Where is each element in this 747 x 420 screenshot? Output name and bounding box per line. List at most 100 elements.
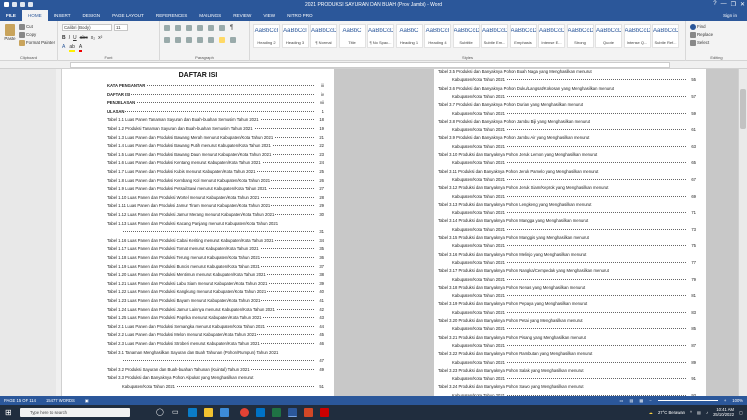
volume-icon[interactable]: ♪ bbox=[706, 410, 708, 415]
toc-entry[interactable]: Tabel 3.9 Produksi dan Banyaknya Pohon J… bbox=[438, 135, 696, 141]
toc-entry[interactable]: Kabupaten/Kota Tahun 2021 65 bbox=[452, 160, 696, 166]
style-item[interactable]: AaBbCcDc Subtle Ref... bbox=[652, 24, 679, 48]
toc-entry[interactable]: Tabel 3.6 Produksi dan Banyaknya Pohon D… bbox=[438, 85, 696, 91]
tab-design[interactable]: DESIGN bbox=[77, 10, 107, 21]
align-center-icon[interactable] bbox=[175, 37, 181, 43]
toc-entry[interactable]: Tabel 3.7 Produksi dan Banyaknya Pohon D… bbox=[438, 102, 696, 108]
toc-entry[interactable]: Tabel 1.25 Luas Panen dan Produksi Papri… bbox=[107, 315, 324, 321]
toc-entry[interactable]: Kabupaten/Kota Tahun 2021 63 bbox=[452, 143, 696, 149]
style-item[interactable]: AaBbCcDc Emphasis bbox=[509, 24, 537, 48]
tab-references[interactable]: REFERENCES bbox=[150, 10, 193, 21]
toc-entry[interactable]: Tabel 3.5 Produksi dan Banyaknya Pohon B… bbox=[438, 69, 696, 74]
sign-in-link[interactable]: Sign in bbox=[723, 10, 737, 21]
network-icon[interactable]: ▤ bbox=[697, 410, 701, 415]
pdf-icon[interactable] bbox=[320, 408, 329, 417]
toc-entry[interactable]: Kabupaten/Kota Tahun 2021 83 bbox=[452, 309, 696, 315]
chrome-icon[interactable] bbox=[240, 408, 249, 417]
toc-entry[interactable]: PENJELASAN vii bbox=[107, 100, 324, 106]
numbering-icon[interactable] bbox=[175, 25, 181, 31]
style-item[interactable]: AaBbCcDc Quote bbox=[595, 24, 622, 48]
toc-entry[interactable]: Tabel 1.24 Luas Panen dan Produksi Jamur… bbox=[107, 306, 324, 312]
toc-entry[interactable]: Tabel 3.11 Produksi dan Banyaknya Pohon … bbox=[438, 168, 696, 174]
justify-icon[interactable] bbox=[197, 37, 203, 43]
subscript-button[interactable]: x₂ bbox=[91, 35, 95, 41]
toc-entry[interactable]: Kabupaten/Kota Tahun 2021 69 bbox=[452, 193, 696, 199]
tab-review[interactable]: REVIEW bbox=[227, 10, 257, 21]
style-item[interactable]: AaBbC Heading 1 bbox=[395, 24, 423, 48]
zoom-level[interactable]: 100% bbox=[732, 398, 743, 403]
toc-entry[interactable]: Tabel 1.3 Luas Panen dan Produksi Bawang… bbox=[107, 134, 324, 140]
task-view-icon[interactable]: ▭ bbox=[172, 408, 181, 417]
toc-entry[interactable]: Kabupaten/Kota Tahun 2021 75 bbox=[452, 243, 696, 249]
toc-entry[interactable]: Tabel 2.2 Luas Panen dan Produksi Melon … bbox=[107, 332, 324, 338]
proofing-icon[interactable]: ▣ bbox=[85, 398, 89, 403]
select-button[interactable]: Select bbox=[690, 40, 709, 46]
superscript-button[interactable]: x² bbox=[98, 35, 102, 41]
toc-entry[interactable]: 47 bbox=[122, 358, 324, 364]
toc-entry[interactable]: Tabel 3.21 Produksi dan Banyaknya Pohon … bbox=[438, 334, 696, 340]
file-explorer-icon[interactable] bbox=[204, 408, 213, 417]
toc-entry[interactable]: Kabupaten/Kota Tahun 2021 71 bbox=[452, 210, 696, 216]
zoom-in-icon[interactable]: + bbox=[724, 398, 726, 403]
strikethrough-button[interactable]: abc bbox=[80, 35, 88, 41]
style-item[interactable]: AaBbCcI Heading 3 bbox=[281, 24, 309, 48]
align-left-icon[interactable] bbox=[164, 37, 170, 43]
format-painter-button[interactable]: Format Painter bbox=[19, 40, 55, 46]
style-item[interactable]: AaBbCcDc Subtle Em... bbox=[481, 24, 508, 48]
word-count[interactable]: 15477 WORDS bbox=[46, 398, 75, 403]
toc-entry[interactable]: Tabel 1.10 Luas Panen dan Produksi Worte… bbox=[107, 194, 324, 200]
toc-entry[interactable]: Tabel 1.12 Luas Panen dan Produksi Jamur… bbox=[107, 212, 324, 217]
minimize-button[interactable]: — bbox=[721, 1, 727, 8]
cut-button[interactable]: Cut bbox=[19, 24, 33, 30]
line-spacing-icon[interactable] bbox=[208, 37, 214, 43]
text-effects-icon[interactable]: A bbox=[62, 44, 65, 52]
toc-entry[interactable]: Tabel 1.18 Luas Panen dan Produksi Terun… bbox=[107, 255, 324, 260]
close-button[interactable]: ✕ bbox=[740, 1, 745, 8]
read-mode-icon[interactable]: ▭ bbox=[619, 398, 623, 403]
toc-entry[interactable]: ULASAN 1 bbox=[107, 108, 324, 114]
style-item[interactable]: AaBbCcI Heading 4 bbox=[424, 24, 451, 48]
tab-insert[interactable]: INSERT bbox=[48, 10, 77, 21]
toc-entry[interactable]: Kabupaten/Kota Tahun 2021 81 bbox=[452, 293, 696, 299]
toc-entry[interactable]: Tabel 3.2 Produksi Sayuran dan Buah-buah… bbox=[107, 366, 324, 372]
shading-icon[interactable] bbox=[219, 37, 225, 43]
toc-entry[interactable]: Tabel 3.17 Produksi dan Banyaknya Pohon … bbox=[438, 268, 696, 274]
tab-mailings[interactable]: MAILINGS bbox=[193, 10, 227, 21]
style-item[interactable]: AaBbCcD Subtitle bbox=[452, 24, 480, 48]
toc-entry[interactable]: Kabupaten/Kota Tahun 2021 61 bbox=[452, 127, 696, 133]
toc-entry[interactable]: Tabel 1.8 Luas Panen dan Produksi Kemban… bbox=[107, 177, 324, 183]
toc-entry[interactable]: Tabel 1.13 Luas Panen dan Produksi Kacan… bbox=[107, 220, 324, 226]
font-color-icon[interactable]: A bbox=[78, 44, 83, 52]
align-right-icon[interactable] bbox=[186, 37, 192, 43]
zoom-slider[interactable] bbox=[657, 400, 718, 401]
help-button[interactable]: ? bbox=[713, 1, 716, 8]
powerpoint-icon[interactable] bbox=[304, 408, 313, 417]
notification-icon[interactable]: ▢ bbox=[739, 410, 743, 415]
toc-entry[interactable]: Tabel 3.3 Produksi dan Banyaknya Pohon A… bbox=[107, 375, 324, 381]
toc-entry[interactable]: Tabel 3.20 Produksi dan Banyaknya Pohon … bbox=[438, 318, 696, 323]
toc-entry[interactable]: Kabupaten/Kota Tahun 2021 79 bbox=[452, 276, 696, 282]
toc-entry[interactable]: Tabel 3.19 Produksi dan Banyaknya Pohon … bbox=[438, 301, 696, 307]
copy-button[interactable]: Copy bbox=[19, 32, 36, 38]
multilevel-list-icon[interactable] bbox=[186, 25, 192, 31]
toc-entry[interactable]: Kabupaten/Kota Tahun 2021 89 bbox=[452, 359, 696, 365]
style-item[interactable]: AaBbCcDc Intense Q... bbox=[623, 24, 651, 48]
toc-entry[interactable]: Kabupaten/Kota Tahun 2021 91 bbox=[452, 376, 696, 382]
toc-entry[interactable]: Tabel 3.12 Produksi dan Banyaknya Pohon … bbox=[438, 185, 696, 191]
document-page-left[interactable]: DAFTAR ISI KATA PENGANTAR iii DAFTAR ISI iv… bbox=[62, 69, 334, 396]
style-item[interactable]: AaBbCcDc Strong bbox=[566, 24, 594, 48]
style-item[interactable]: AaBbCcDc ¶ No Spac... bbox=[367, 24, 394, 48]
font-name-dropdown[interactable]: Calibri (Body) bbox=[62, 24, 112, 31]
store-icon[interactable] bbox=[220, 408, 229, 417]
zoom-out-icon[interactable]: − bbox=[649, 398, 651, 403]
taskbar-search[interactable]: Type here to search bbox=[20, 408, 130, 417]
horizontal-ruler[interactable] bbox=[0, 61, 747, 69]
tab-view[interactable]: VIEW bbox=[257, 10, 281, 21]
toc-entry[interactable]: Tabel 1.1 Luas Panen Tanaman Sayuran dan… bbox=[107, 117, 324, 123]
tray-chevron-icon[interactable]: ^ bbox=[690, 410, 692, 415]
toc-entry[interactable]: Kabupaten/Kota Tahun 2021 59 bbox=[452, 110, 696, 116]
maximize-button[interactable]: ❐ bbox=[731, 1, 736, 8]
increase-indent-icon[interactable] bbox=[208, 25, 214, 31]
toc-entry[interactable]: Kabupaten/Kota Tahun 2021 55 bbox=[452, 77, 696, 83]
pilcrow-icon[interactable]: ¶ bbox=[230, 25, 233, 31]
